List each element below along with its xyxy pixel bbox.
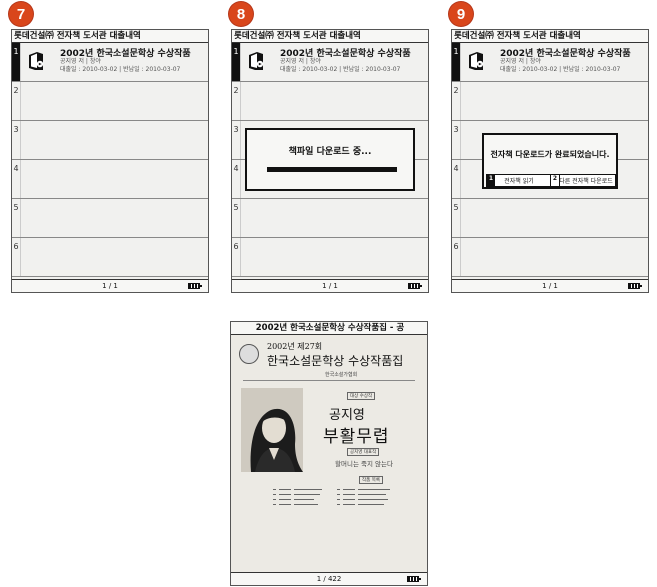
row-number: 6 [452, 238, 461, 276]
screen-title: 롯데건설㈜ 전자책 도서관 대출내역 [452, 30, 648, 43]
page-indicator: 1 / 422 [316, 575, 342, 583]
cover-publisher: 한국소설가협회 [325, 372, 358, 378]
book-meta: 공지영 저 | 창야 대출일 : 2010-03-02 | 반납일 : 2010… [280, 58, 400, 74]
book-cover[interactable]: 2002년 제27회 한국소설문학상 수상작품집 한국소설가협회 대상 수상작 … [237, 338, 421, 569]
row-number: 3 [452, 121, 461, 159]
book-author: 공지영 저 | 창야 [500, 58, 541, 65]
screen-title: 롯데건설㈜ 전자책 도서관 대출내역 [12, 30, 208, 43]
screen-download-complete: 롯데건설㈜ 전자책 도서관 대출내역 1 2002년 한국소설문학상 수상작품 … [451, 29, 649, 293]
list-item[interactable]: 1 2002년 한국소설문학상 수상작품 공지영 저 | 창야 대출일 : 20… [232, 43, 428, 82]
row-number: 1 [232, 43, 241, 81]
contents-list-image [273, 489, 390, 505]
battery-icon [628, 283, 642, 289]
download-progress-dialog: 책파일 다운로드 중... [245, 128, 415, 191]
cover-tag: 작품 목록 [359, 476, 383, 484]
row-number: 5 [232, 199, 241, 237]
status-bar: 1 / 1 [12, 279, 208, 292]
reader-title: 2002년 한국소설문학상 수상작품집 - 공 [231, 322, 427, 335]
loan-list: 1 2002년 한국소설문학상 수상작품 공지영 저 | 창야 대출일 : 20… [12, 43, 208, 278]
book-download-icon [29, 52, 44, 70]
battery-icon [407, 576, 421, 582]
book-download-icon [249, 52, 264, 70]
list-item[interactable]: 4 [12, 160, 208, 199]
list-item[interactable]: 5 [12, 199, 208, 238]
row-number: 2 [12, 82, 21, 120]
row-number: 5 [12, 199, 21, 237]
divider [243, 380, 415, 381]
button-number: 1 [487, 175, 495, 186]
cover-tag: 대상 수상작 [347, 392, 376, 400]
book-author: 공지영 저 | 창야 [280, 58, 321, 65]
button-number: 2 [551, 175, 560, 186]
list-item[interactable]: 6 [12, 238, 208, 277]
row-number: 4 [12, 160, 21, 198]
download-message: 책파일 다운로드 중... [288, 147, 372, 157]
book-dates: 대출일 : 2010-03-02 | 반납일 : 2010-03-07 [500, 66, 621, 73]
download-other-ebook-button[interactable]: 2 다른 전자책 다운로드 [550, 174, 616, 187]
row-number: 2 [232, 82, 241, 120]
list-item[interactable]: 6 [232, 238, 428, 277]
page-indicator: 1 / 1 [322, 282, 338, 290]
screen-title: 롯데건설㈜ 전자책 도서관 대출내역 [232, 30, 428, 43]
row-number: 5 [452, 199, 461, 237]
row-number: 6 [232, 238, 241, 276]
list-item[interactable]: 6 [452, 238, 648, 277]
download-complete-dialog: 전자책 다운로드가 완료되었습니다. 1 전자책 읽기 2 다른 전자책 다운로… [482, 133, 618, 189]
book-download-icon [469, 52, 484, 70]
book-author: 공지영 저 | 창야 [60, 58, 101, 65]
list-item[interactable]: 3 [12, 121, 208, 160]
list-item[interactable]: 5 [452, 199, 648, 238]
cover-tag: 공지영 대표작 [347, 448, 380, 456]
page-indicator: 1 / 1 [542, 282, 558, 290]
screen-downloading: 롯데건설㈜ 전자책 도서관 대출내역 1 2002년 한국소설문학상 수상작품 … [231, 29, 429, 293]
step-badge-9: 9 [449, 2, 473, 26]
status-bar: 1 / 1 [452, 279, 648, 292]
screen-loan-list: 롯데건설㈜ 전자책 도서관 대출내역 1 2002년 한국소설문학상 수상작품 … [11, 29, 209, 293]
row-number: 3 [232, 121, 241, 159]
row-number: 4 [232, 160, 241, 198]
button-label: 전자책 읽기 [504, 178, 534, 185]
cover-author: 공지영 [329, 408, 365, 423]
download-progress-bar [267, 167, 397, 172]
screen-reader: 2002년 한국소설문학상 수상작품집 - 공 2002년 제27회 한국소설문… [230, 321, 428, 586]
list-item[interactable]: 2 [452, 82, 648, 121]
book-dates: 대출일 : 2010-03-02 | 반납일 : 2010-03-07 [280, 66, 401, 73]
battery-icon [188, 283, 202, 289]
row-number: 4 [452, 160, 461, 198]
row-number: 1 [12, 43, 21, 81]
row-number: 3 [12, 121, 21, 159]
button-label: 다른 전자책 다운로드 [559, 178, 613, 185]
book-meta: 공지영 저 | 창야 대출일 : 2010-03-02 | 반납일 : 2010… [60, 58, 180, 74]
cover-work-title: 부활무렵 [323, 427, 390, 447]
book-meta: 공지영 저 | 창야 대출일 : 2010-03-02 | 반납일 : 2010… [500, 58, 620, 74]
list-item[interactable]: 1 2002년 한국소설문학상 수상작품 공지영 저 | 창야 대출일 : 20… [452, 43, 648, 82]
battery-icon [408, 283, 422, 289]
book-dates: 대출일 : 2010-03-02 | 반납일 : 2010-03-07 [60, 66, 181, 73]
step-badge-7: 7 [9, 2, 33, 26]
list-item[interactable]: 2 [12, 82, 208, 121]
cover-year: 2002년 제27회 [267, 342, 323, 351]
read-ebook-button[interactable]: 1 전자책 읽기 [486, 174, 552, 187]
page-indicator: 1 / 1 [102, 282, 118, 290]
step-badge-8: 8 [229, 2, 253, 26]
list-item[interactable]: 2 [232, 82, 428, 121]
list-item[interactable]: 5 [232, 199, 428, 238]
row-number: 1 [452, 43, 461, 81]
status-bar: 1 / 1 [232, 279, 428, 292]
author-portrait-image [241, 388, 303, 472]
complete-message: 전자책 다운로드가 완료되었습니다. [490, 150, 610, 159]
row-number: 2 [452, 82, 461, 120]
list-item[interactable]: 1 2002년 한국소설문학상 수상작품 공지영 저 | 창야 대출일 : 20… [12, 43, 208, 82]
status-bar: 1 / 422 [231, 572, 427, 585]
cover-subtitle: 할머니는 죽지 않는다 [335, 460, 393, 468]
emblem-icon [239, 344, 259, 364]
cover-title: 한국소설문학상 수상작품집 [267, 354, 404, 368]
row-number: 6 [12, 238, 21, 276]
